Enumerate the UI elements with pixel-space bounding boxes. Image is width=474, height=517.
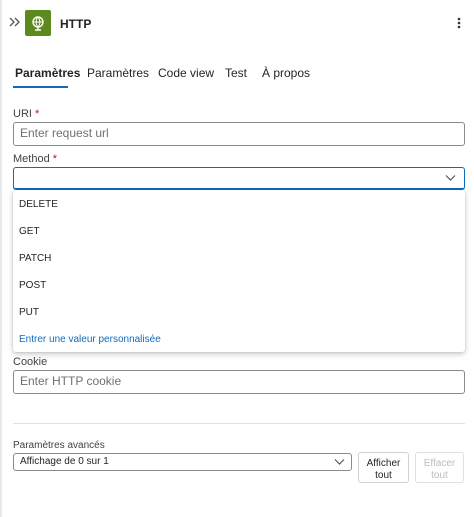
method-option-get[interactable]: GET — [19, 226, 40, 237]
collapse-chevrons-icon[interactable] — [8, 15, 22, 29]
method-dropdown-list: DELETE GET PATCH POST PUT Entrer une val… — [13, 190, 465, 352]
method-label-text: Method — [13, 153, 50, 165]
chevron-down-icon — [445, 175, 456, 181]
method-label: Method * — [13, 153, 57, 165]
http-globe-icon — [25, 10, 51, 36]
method-option-patch[interactable]: PATCH — [19, 253, 51, 264]
uri-input[interactable]: Enter request url — [13, 122, 465, 146]
uri-placeholder: Enter request url — [20, 126, 109, 140]
advanced-params-select[interactable]: Affichage de 0 sur 1 — [13, 453, 352, 471]
method-option-delete[interactable]: DELETE — [19, 199, 58, 210]
uri-required-mark: * — [35, 108, 40, 120]
tab-code-view[interactable]: Code view — [158, 66, 214, 80]
section-divider — [13, 423, 465, 424]
cookie-label: Cookie — [13, 356, 48, 368]
clear-all-line1: Effacer — [423, 458, 456, 469]
method-option-post[interactable]: POST — [19, 280, 46, 291]
tab-test[interactable]: Test — [225, 66, 247, 80]
page-title: HTTP — [60, 17, 92, 31]
uri-label: URI * — [13, 108, 39, 120]
advanced-params-label: Paramètres avancés — [13, 440, 105, 451]
show-all-line2: tout — [375, 470, 392, 481]
tab-a-propos[interactable]: À propos — [262, 66, 310, 80]
clear-all-button: Effacer tout — [415, 452, 464, 483]
method-select[interactable] — [13, 167, 465, 190]
chevron-down-icon — [334, 459, 345, 465]
method-option-custom-value[interactable]: Entrer une valeur personnalisée — [19, 334, 161, 345]
more-vertical-icon[interactable] — [455, 14, 463, 32]
uri-label-text: URI — [13, 108, 32, 120]
cookie-input[interactable]: Enter HTTP cookie — [13, 370, 465, 394]
show-all-line1: Afficher — [366, 458, 401, 469]
panel-left-border — [0, 0, 2, 517]
active-tab-indicator — [13, 86, 68, 88]
clear-all-line2: tout — [431, 470, 448, 481]
advanced-params-value: Affichage de 0 sur 1 — [20, 456, 109, 467]
tab-parametres-2[interactable]: Paramètres — [87, 66, 149, 80]
cookie-placeholder: Enter HTTP cookie — [20, 374, 122, 388]
method-option-put[interactable]: PUT — [19, 307, 39, 318]
tab-parametres[interactable]: Paramètres — [15, 66, 80, 80]
show-all-button[interactable]: Afficher tout — [358, 452, 409, 483]
method-required-mark: * — [52, 153, 58, 165]
